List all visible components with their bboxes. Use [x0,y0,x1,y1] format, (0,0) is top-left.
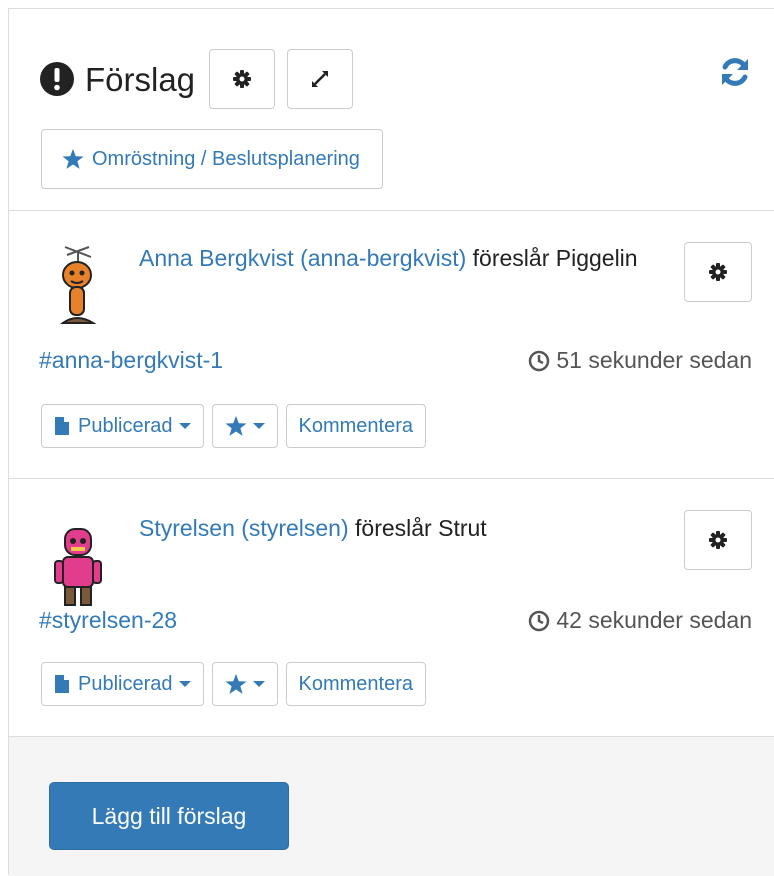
proposal-time-text: 42 sekunder sedan [556,607,752,633]
proposal-ref-link[interactable]: #anna-bergkvist-1 [39,347,223,374]
proposal-actions: Publicerad Kommentera [41,662,434,706]
refresh-button[interactable] [716,53,754,91]
title-row: Förslag [39,49,365,109]
proposal-text: Anna Bergkvist (anna-bergkvist) föreslår… [139,239,669,277]
caret-down-icon [252,681,265,687]
proposal-name: Piggelin [555,245,638,271]
refresh-icon [722,58,748,86]
status-dropdown[interactable]: Publicerad [41,662,204,706]
proposal-settings-button[interactable] [684,510,752,570]
avatar [59,246,97,324]
expand-button[interactable] [287,49,354,109]
comment-label: Kommentera [298,672,414,695]
gear-icon [709,263,727,281]
proposal-item: Styrelsen (styrelsen) föreslår Strut #st… [9,479,774,737]
star-dropdown[interactable] [211,662,278,706]
clock-icon [529,350,550,371]
proposal-time-text: 51 sekunder sedan [556,347,752,373]
caret-down-icon [178,681,191,687]
gear-icon [233,70,252,88]
avatar [54,528,102,606]
add-proposal-button[interactable]: Lägg till förslag [49,782,289,850]
proposal-text: Styrelsen (styrelsen) föreslår Strut [139,509,669,547]
comment-button[interactable]: Kommentera [285,662,427,706]
gear-icon [709,531,727,549]
vote-planning-button[interactable]: Omröstning / Beslutsplanering [41,129,383,189]
settings-button[interactable] [209,49,276,109]
exclamation-circle-icon [40,62,74,96]
page-title: Förslag [85,60,196,98]
proposal-verb: föreslår [466,245,556,271]
panel-footer: Lägg till förslag [9,737,774,876]
user-link[interactable]: Anna Bergkvist (anna-bergkvist) [139,245,466,271]
caret-down-icon [252,423,265,429]
star-dropdown[interactable] [211,404,278,448]
proposal-ref-link[interactable]: #styrelsen-28 [39,607,177,634]
proposal-name: Strut [438,515,487,541]
proposal-settings-button[interactable] [684,242,752,302]
status-label: Publicerad [78,414,173,437]
file-icon [55,417,69,435]
caret-down-icon [178,423,191,429]
clock-icon [529,610,550,631]
proposal-time: 42 sekunder sedan [528,607,752,634]
proposal-actions: Publicerad Kommentera [41,404,434,448]
comment-label: Kommentera [298,414,414,437]
status-dropdown[interactable]: Publicerad [41,404,204,448]
file-icon [55,675,69,693]
proposals-panel: Förslag Omröstning / Beslutsplanering An… [8,8,774,876]
proposal-verb: föreslår [348,515,439,541]
user-link[interactable]: Styrelsen (styrelsen) [139,515,349,541]
status-label: Publicerad [78,672,173,695]
comment-button[interactable]: Kommentera [285,404,427,448]
panel-header: Förslag Omröstning / Beslutsplanering [9,9,774,211]
star-icon [224,673,247,694]
proposal-time: 51 sekunder sedan [528,347,752,374]
proposal-item: Anna Bergkvist (anna-bergkvist) föreslår… [9,211,774,479]
star-icon [62,148,84,169]
expand-icon [312,71,329,87]
star-icon [224,415,247,436]
vote-planning-label: Omröstning / Beslutsplanering [92,147,360,170]
